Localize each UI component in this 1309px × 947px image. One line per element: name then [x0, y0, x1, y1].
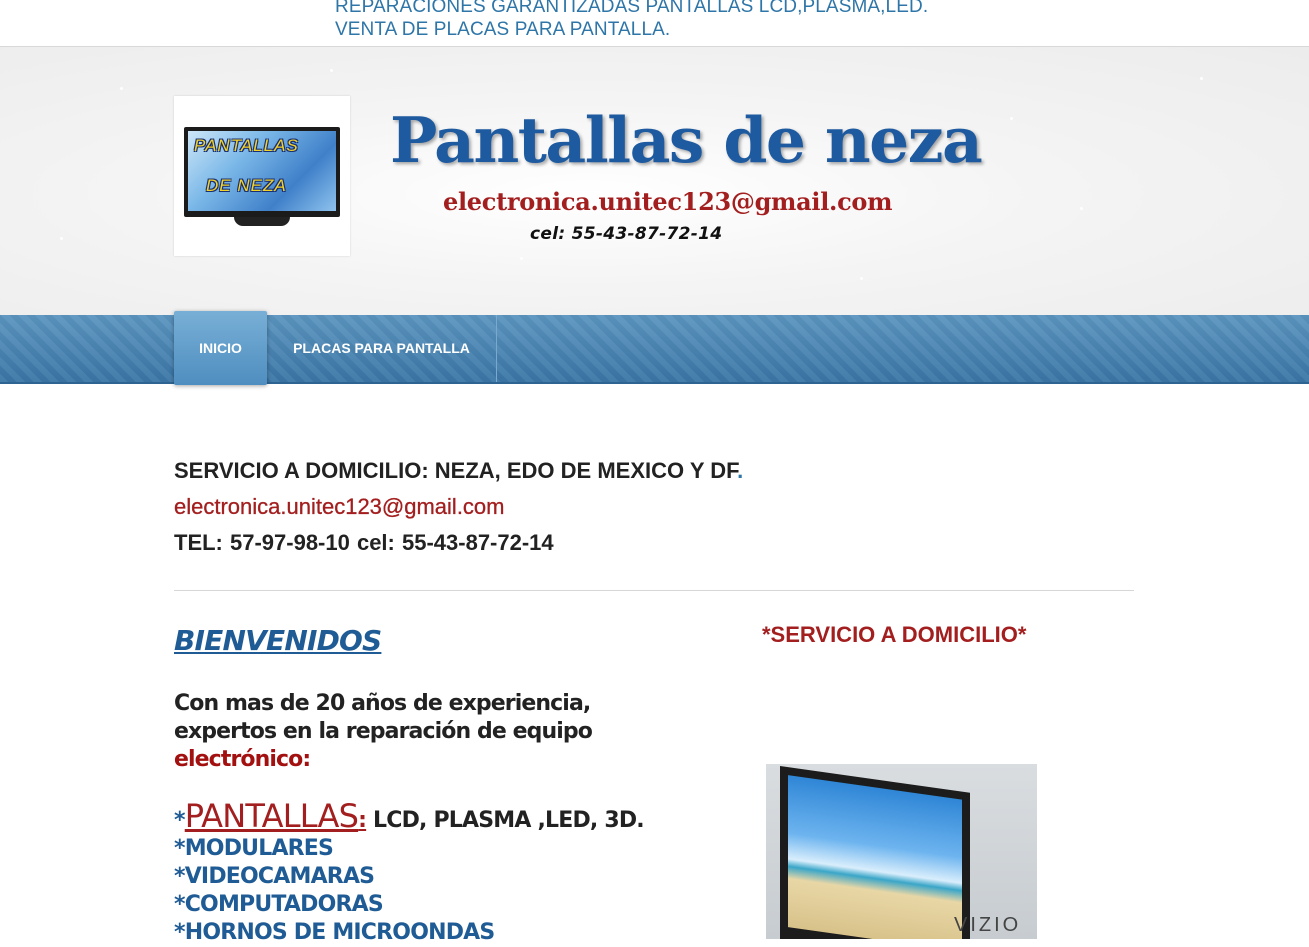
- sparkle-decoration: [330, 69, 333, 72]
- announcement-line-1: REPARACIONES GARANTIZADAS PANTALLAS LCD,…: [335, 0, 929, 17]
- nav-item-placas-para-pantalla[interactable]: PLACAS PARA PANTALLA: [267, 315, 497, 382]
- service-area-label: SERVICIO A DOMICILIO: NEZA, EDO DE MEXIC…: [174, 458, 738, 483]
- list-item: *COMPUTADORAS: [174, 892, 384, 917]
- sparkle-decoration: [60, 237, 63, 240]
- service-area-text: SERVICIO A DOMICILIO: NEZA, EDO DE MEXIC…: [174, 458, 743, 484]
- intro-line-1: Con mas de 20 años de experiencia,: [174, 691, 591, 716]
- sparkle-decoration: [1010, 117, 1013, 120]
- sparkle-decoration: [520, 257, 523, 260]
- intro-line-3: electrónico:: [174, 747, 311, 772]
- list-item: *HORNOS DE MICROONDAS: [174, 920, 495, 945]
- contact-email[interactable]: electronica.unitec123@gmail.com: [174, 494, 505, 520]
- sparkle-decoration: [860, 277, 863, 280]
- welcome-heading: BIENVENIDOS: [174, 624, 382, 657]
- announcement-line-2: VENTA DE PLACAS PARA PANTALLA.: [335, 19, 671, 40]
- intro-paragraph: Con mas de 20 años de experiencia, exper…: [174, 690, 694, 774]
- logo-tv-stand: [234, 217, 290, 226]
- header-email: electronica.unitec123@gmail.com: [443, 187, 893, 216]
- header-cel: cel: 55-43-87-72-14: [530, 224, 723, 244]
- tv-frame: [780, 766, 970, 939]
- list-item-pantallas: *PANTALLAS: LCD, PLASMA ,LED, 3D.: [174, 800, 694, 835]
- site-logo[interactable]: PANTALLAS DE NEZA: [174, 96, 350, 256]
- content-divider: [174, 590, 1134, 591]
- logo-text-line-1: PANTALLAS: [194, 136, 299, 155]
- logo-text-line-2: DE NEZA: [206, 176, 287, 195]
- sidebar-service-title: *SERVICIO A DOMICILIO*: [762, 622, 1027, 647]
- services-list: *PANTALLAS: LCD, PLASMA ,LED, 3D. *MODUL…: [174, 800, 694, 947]
- pantallas-colon: :: [358, 808, 367, 833]
- contact-phone: TEL: 57-97-98-10 cel: 55-43-87-72-14: [174, 530, 554, 555]
- sparkle-decoration: [1080, 207, 1083, 210]
- list-item: *MODULARES: [174, 836, 334, 861]
- list-star: *: [174, 808, 185, 833]
- pantallas-label: PANTALLAS: [184, 797, 359, 835]
- tv-brand-label: VIZIO: [954, 914, 1022, 936]
- intro-line-2: expertos en la reparación de equipo: [174, 719, 593, 744]
- nav-item-inicio[interactable]: INICIO: [174, 311, 267, 385]
- list-item: *VIDEOCAMARAS: [174, 864, 375, 889]
- sparkle-decoration: [1200, 77, 1203, 80]
- service-area-dot: .: [737, 458, 744, 483]
- main-navigation: INICIO PLACAS PARA PANTALLA: [0, 311, 1309, 385]
- tv-product-image: VIZIO: [766, 764, 1037, 939]
- site-title[interactable]: Pantallas de neza: [390, 103, 983, 177]
- pantallas-types: LCD, PLASMA ,LED, 3D.: [366, 808, 645, 833]
- site-header: PANTALLAS DE NEZA Pantallas de neza elec…: [0, 47, 1309, 315]
- top-announcement-bar: REPARACIONES GARANTIZADAS PANTALLAS LCD,…: [0, 0, 1309, 47]
- sparkle-decoration: [120, 87, 123, 90]
- tv-screen-beach: [788, 775, 962, 939]
